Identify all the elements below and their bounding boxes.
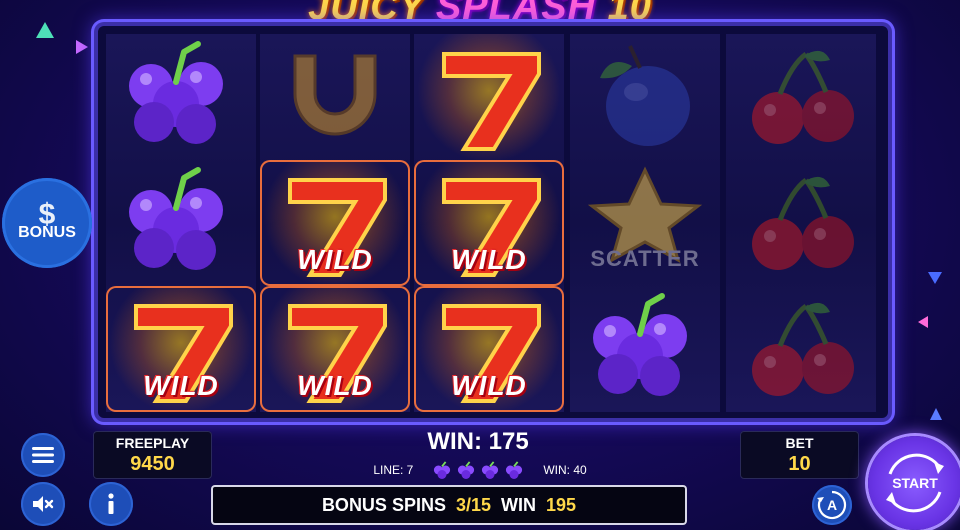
grapes-icon bbox=[129, 167, 223, 270]
line-win-info: LINE: 7 WIN: 40 bbox=[340, 460, 620, 480]
wild-seven-symbol: WILD bbox=[106, 286, 256, 412]
autoplay-button[interactable]: A bbox=[812, 485, 852, 525]
wild-label: WILD bbox=[451, 244, 527, 275]
grape-icon bbox=[482, 461, 499, 479]
start-button[interactable]: START bbox=[868, 436, 960, 530]
info-icon bbox=[108, 493, 114, 514]
reel-1: WILD bbox=[106, 34, 256, 412]
sound-button[interactable] bbox=[21, 482, 65, 526]
cherry-symbol bbox=[726, 160, 876, 286]
dollar-icon: $ bbox=[38, 198, 56, 231]
wild-seven-symbol: WILD bbox=[260, 286, 410, 412]
wild-label: WILD bbox=[143, 370, 219, 401]
menu-icon bbox=[32, 447, 54, 463]
bonus-spins-label: BONUS SPINS bbox=[321, 494, 446, 515]
decorative-triangle bbox=[930, 408, 942, 420]
cherry-icon bbox=[752, 302, 854, 396]
reel-5 bbox=[726, 34, 876, 412]
bet-value: 10 bbox=[788, 453, 811, 475]
cherry-icon bbox=[752, 50, 854, 144]
wild-seven-symbol: WILD bbox=[414, 286, 564, 412]
scatter-label: SCATTER bbox=[590, 246, 700, 271]
cherry-icon bbox=[752, 176, 854, 270]
plum-symbol bbox=[570, 34, 720, 160]
cherry-symbol bbox=[726, 286, 876, 412]
title-part-1: JUICY bbox=[308, 0, 425, 28]
bet-panel[interactable]: BET 10 bbox=[740, 431, 859, 479]
grapes-symbol bbox=[106, 160, 256, 286]
sound-muted-icon bbox=[33, 496, 54, 512]
bonus-spins-count: 3/15 bbox=[455, 494, 492, 515]
decorative-triangle bbox=[928, 272, 942, 284]
wild-label: WILD bbox=[297, 370, 373, 401]
bonus-win-label: WIN bbox=[501, 494, 537, 515]
bonus-spins-bar: BONUS SPINS 3/15 WIN 195 bbox=[211, 485, 687, 525]
horseshoe-icon bbox=[293, 54, 377, 136]
bonus-button[interactable]: $ BONUS bbox=[2, 178, 92, 268]
reel-grid: WILD WILD WILD WILD WILD SCATTER bbox=[98, 26, 888, 418]
seven-symbol bbox=[414, 34, 564, 160]
title-part-2: SPLASH bbox=[435, 0, 597, 28]
grapes-icon bbox=[593, 293, 687, 396]
wild-label: WILD bbox=[297, 244, 373, 275]
grapes-symbol bbox=[106, 34, 256, 160]
grape-icon bbox=[434, 461, 451, 479]
decorative-triangle bbox=[36, 22, 54, 38]
cherry-symbol bbox=[726, 34, 876, 160]
bet-label: BET bbox=[785, 435, 814, 451]
grapes-symbol bbox=[570, 286, 720, 412]
game-title: JUICY SPLASH 10 bbox=[0, 0, 960, 29]
reel-4: SCATTER bbox=[570, 34, 720, 412]
grape-icon bbox=[506, 461, 523, 479]
wild-label: WILD bbox=[451, 370, 527, 401]
reel-3: WILD WILD bbox=[414, 34, 564, 412]
wild-seven-symbol: WILD bbox=[414, 160, 564, 286]
autoplay-icon: A bbox=[817, 490, 847, 520]
freeplay-value: 9450 bbox=[130, 453, 175, 475]
svg-text:A: A bbox=[827, 497, 837, 513]
seven-icon bbox=[442, 52, 541, 151]
plum-icon bbox=[600, 45, 690, 146]
info-button[interactable] bbox=[89, 482, 133, 526]
line-win-amount: WIN: 40 bbox=[543, 463, 587, 477]
menu-button[interactable] bbox=[21, 433, 65, 477]
grape-icon bbox=[458, 461, 475, 479]
reel-2: WILD WILD bbox=[260, 34, 410, 412]
decorative-triangle bbox=[76, 40, 88, 54]
scatter-star-symbol: SCATTER bbox=[570, 160, 720, 286]
title-part-3: 10 bbox=[607, 0, 652, 28]
line-number: LINE: 7 bbox=[373, 463, 414, 477]
bonus-win-value: 195 bbox=[546, 494, 577, 515]
grapes-icon bbox=[129, 41, 223, 144]
total-win: WIN: 175 bbox=[427, 428, 529, 455]
horseshoe-symbol bbox=[260, 34, 410, 160]
wild-seven-symbol: WILD bbox=[260, 160, 410, 286]
freeplay-panel: FREEPLAY 9450 bbox=[93, 431, 212, 479]
spin-arrows-icon bbox=[886, 453, 944, 513]
decorative-triangle bbox=[918, 316, 928, 328]
freeplay-label: FREEPLAY bbox=[115, 435, 190, 451]
